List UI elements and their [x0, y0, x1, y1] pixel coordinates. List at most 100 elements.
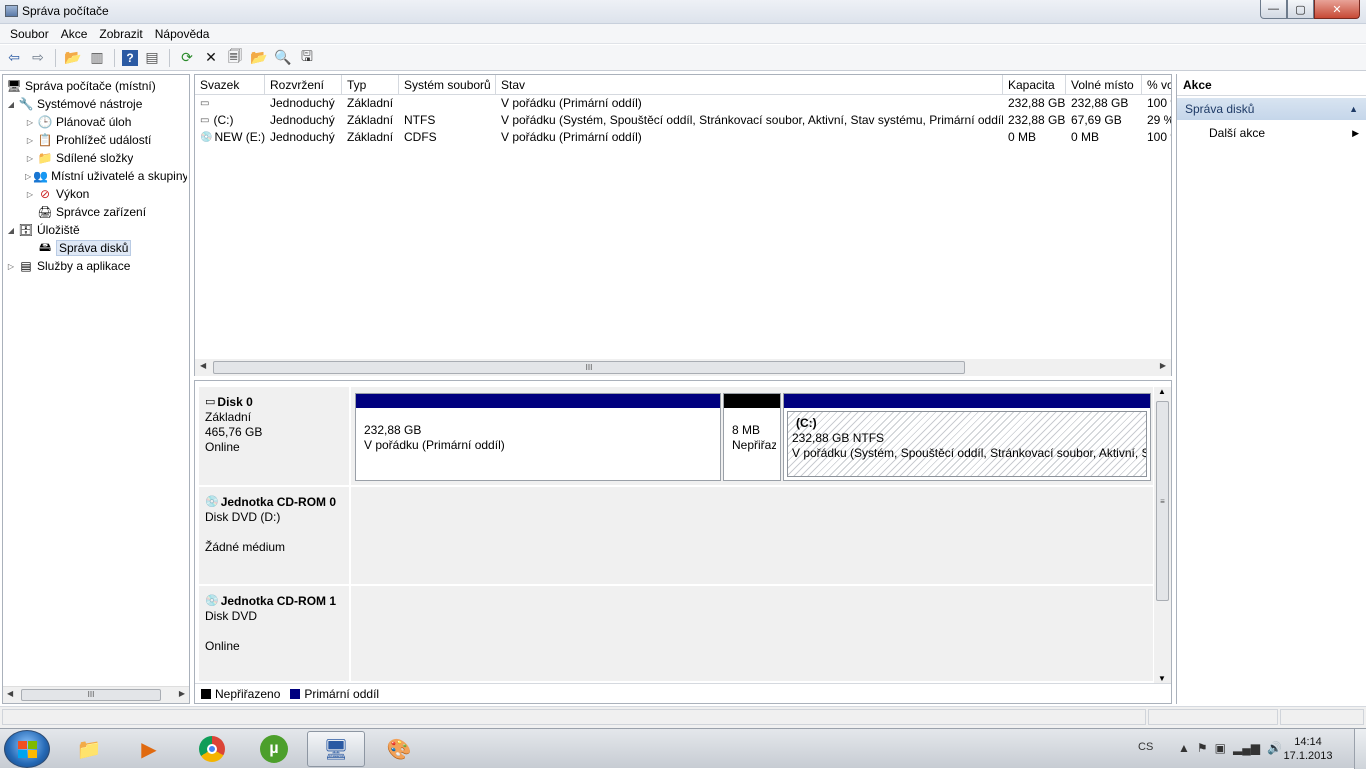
start-button[interactable] — [4, 730, 50, 768]
volume-cell: 💿 NEW (E:) — [195, 129, 265, 146]
expand-arrow-icon[interactable]: ▷ — [25, 154, 35, 163]
menu-napoveda[interactable]: Nápověda — [149, 27, 216, 41]
show-hide-action-pane-icon[interactable]: ▤ — [142, 48, 162, 68]
show-hide-tree-icon[interactable]: ▥ — [87, 48, 107, 68]
table-row[interactable]: ▭ (C:) Jednoduchý Základní NTFS V pořádk… — [195, 112, 1171, 129]
column-header-volume[interactable]: Svazek — [195, 75, 265, 95]
cdrom-0[interactable]: 💿 Jednotka CD-ROM 0 Disk DVD (D:) Žádné m… — [199, 487, 1153, 586]
column-header-capacity[interactable]: Kapacita — [1003, 75, 1066, 95]
scroll-thumb[interactable]: ≡ — [1156, 401, 1169, 601]
network-icon[interactable]: ▂▄▆ — [1233, 741, 1260, 755]
partition-unallocated[interactable]: 8 MB Nepřiřazeno — [723, 393, 781, 481]
menu-akce[interactable]: Akce — [55, 27, 94, 41]
taskbar-explorer[interactable]: 📁 — [60, 731, 118, 767]
tree-item-storage[interactable]: ◢ 🗄 Úložiště — [6, 221, 80, 239]
partition-primary[interactable]: 232,88 GB V pořádku (Primární oddíl) — [355, 393, 721, 481]
table-row[interactable]: ▭ Jednoduchý Základní V pořádku (Primárn… — [195, 95, 1171, 112]
show-desktop-button[interactable] — [1354, 729, 1366, 769]
disk-info[interactable]: 💿 Jednotka CD-ROM 0 Disk DVD (D:) Žádné m… — [199, 487, 351, 584]
disk-name: Disk 0 — [217, 395, 253, 409]
navigation-tree: 🖥 Správa počítače (místní) ◢ 🔧 Systémové… — [2, 74, 190, 704]
maximize-button[interactable]: ▢ — [1287, 0, 1314, 19]
expand-arrow-icon[interactable]: ▷ — [6, 262, 16, 271]
tree-item-device-manager[interactable]: 🖨 Správce zařízení — [37, 203, 146, 221]
collapse-icon[interactable]: ▲ — [1349, 98, 1358, 120]
taskbar-utorrent[interactable]: µ — [245, 731, 303, 767]
chrome-icon — [199, 736, 225, 762]
tree-item-label: Sdílené složky — [56, 151, 134, 165]
tree-horizontal-scrollbar[interactable]: ◀ III ▶ — [3, 686, 189, 703]
tree-item-task-scheduler[interactable]: ▷ 🕒 Plánovač úloh — [25, 113, 131, 131]
close-button[interactable]: ✕ — [1314, 0, 1360, 19]
storage-icon: 🗄 — [18, 223, 34, 237]
forward-icon[interactable]: ⇨ — [28, 48, 48, 68]
tree-item-shared-folders[interactable]: ▷ 📁 Sdílené složky — [25, 149, 133, 167]
status-cell: V pořádku (Primární oddíl) — [501, 130, 642, 144]
actions-group-disk-management[interactable]: Správa disků ▲ — [1177, 98, 1366, 120]
disk-state: Online — [205, 440, 240, 454]
disk-map-vertical-scrollbar[interactable]: ▲ ≡ ▼ — [1154, 387, 1171, 683]
taskbar: 📁 ▶ µ 🖥 🎨 CS ▲ ⚑ ▣ ▂▄▆ 🔊 14:14 17.1.2013 — [0, 728, 1366, 769]
column-header-percent-free[interactable]: % vo — [1142, 75, 1171, 95]
refresh-icon[interactable]: ⟳ — [177, 48, 197, 68]
delete-icon[interactable]: ✕ — [201, 48, 221, 68]
cdrom-1[interactable]: 💿 Jednotka CD-ROM 1 Disk DVD Online — [199, 586, 1153, 683]
collapse-arrow-icon[interactable]: ◢ — [6, 226, 16, 235]
open-icon[interactable]: 📂 — [249, 48, 269, 68]
partition-c[interactable]: (C:) 232,88 GB NTFS V pořádku (Systém, S… — [783, 393, 1151, 481]
table-row[interactable]: 💿 NEW (E:) Jednoduchý Základní CDFS V po… — [195, 129, 1171, 146]
tree-item-event-viewer[interactable]: ▷ 📋 Prohlížeč událostí — [25, 131, 151, 149]
expand-arrow-icon[interactable]: ▷ — [25, 136, 35, 145]
free-space-cell: 0 MB — [1071, 130, 1100, 144]
language-indicator[interactable]: CS — [1138, 741, 1153, 753]
tree-item-local-users[interactable]: ▷ 👥 Místní uživatelé a skupiny — [25, 167, 187, 185]
collapse-arrow-icon[interactable]: ◢ — [6, 100, 16, 109]
taskbar-paint[interactable]: 🎨 — [370, 731, 428, 767]
action-more-actions[interactable]: Další akce ▶ — [1209, 124, 1359, 142]
disk-info[interactable]: ▭ Disk 0 Základní 465,76 GB Online — [199, 387, 351, 485]
help-icon[interactable]: ? — [122, 49, 138, 66]
volume-list-horizontal-scrollbar[interactable]: ◀ III ▶ — [195, 359, 1171, 376]
disk-type: Disk DVD — [205, 609, 258, 623]
taskbar-chrome[interactable] — [183, 731, 241, 767]
minimize-button[interactable]: — — [1260, 0, 1287, 19]
disk-info[interactable]: 💿 Jednotka CD-ROM 1 Disk DVD Online — [199, 586, 351, 681]
expand-arrow-icon[interactable]: ▷ — [25, 172, 31, 181]
scroll-thumb[interactable]: III — [21, 689, 161, 701]
scroll-thumb[interactable]: III — [213, 361, 965, 374]
back-icon[interactable]: ⇦ — [4, 48, 24, 68]
taskbar-media-player[interactable]: ▶ — [120, 731, 178, 767]
scroll-up-icon[interactable]: ▲ — [1158, 387, 1166, 396]
column-header-status[interactable]: Stav — [496, 75, 1003, 95]
menu-zobrazit[interactable]: Zobrazit — [93, 27, 148, 41]
tree-item-computer-management[interactable]: 🖥 Správa počítače (místní) — [6, 77, 155, 95]
column-header-layout[interactable]: Rozvržení — [265, 75, 342, 95]
disk-0[interactable]: ▭ Disk 0 Základní 465,76 GB Online 232,88… — [199, 387, 1153, 487]
scroll-right-icon[interactable]: ▶ — [1160, 361, 1166, 370]
devices-icon[interactable]: ▣ — [1215, 741, 1226, 755]
tree-item-system-tools[interactable]: ◢ 🔧 Systémové nástroje — [6, 95, 142, 113]
tree-item-services-apps[interactable]: ▷ ▤ Služby a aplikace — [6, 257, 130, 275]
tree-item-disk-management[interactable]: 🖴 Správa disků — [37, 239, 132, 257]
taskbar-computer-management[interactable]: 🖥 — [307, 731, 365, 767]
tree-item-performance[interactable]: ▷ ⊘ Výkon — [25, 185, 89, 203]
disk-properties-icon[interactable]: 🖫 — [297, 48, 317, 68]
scroll-down-icon[interactable]: ▼ — [1158, 674, 1166, 683]
show-hidden-icons-icon[interactable]: ▲ — [1178, 741, 1190, 755]
free-space-cell: 67,69 GB — [1071, 113, 1122, 127]
flag-icon[interactable]: ⚑ — [1197, 741, 1208, 755]
properties-icon[interactable]: 🗐 — [225, 48, 245, 68]
column-header-filesystem[interactable]: Systém souborů — [399, 75, 496, 95]
menu-soubor[interactable]: Soubor — [4, 27, 55, 41]
scroll-left-icon[interactable]: ◀ — [200, 361, 206, 370]
up-folder-icon[interactable]: 📂 — [63, 48, 83, 68]
column-header-type[interactable]: Typ — [342, 75, 399, 95]
toolbar-separator — [169, 48, 170, 67]
column-header-free-space[interactable]: Volné místo — [1066, 75, 1142, 95]
scroll-right-icon[interactable]: ▶ — [179, 689, 185, 698]
expand-arrow-icon[interactable]: ▷ — [25, 190, 35, 199]
search-icon[interactable]: 🔍 — [273, 48, 293, 68]
clock[interactable]: 14:14 17.1.2013 — [1276, 735, 1340, 763]
expand-arrow-icon[interactable]: ▷ — [25, 118, 35, 127]
scroll-left-icon[interactable]: ◀ — [7, 689, 13, 698]
